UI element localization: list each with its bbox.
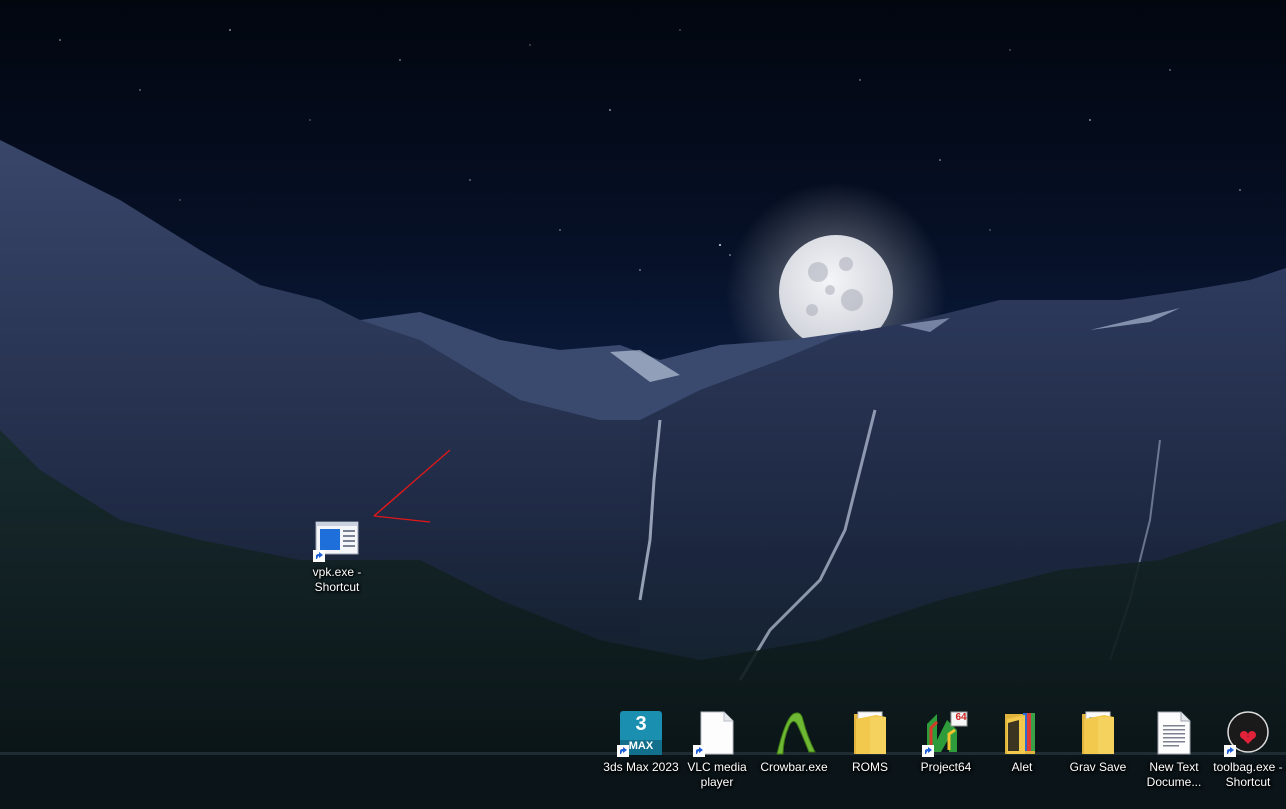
desktop-icon-new-text-document[interactable]: New Text Docume...	[1136, 709, 1212, 790]
max-badge-number: 3	[635, 713, 647, 735]
desktop-icon-vpk-shortcut[interactable]: vpk.exe - Shortcut	[299, 514, 375, 595]
icon-label: Crowbar.exe	[760, 760, 828, 774]
folder-icon	[998, 709, 1046, 757]
desktop[interactable]: vpk.exe - Shortcut 3 MAX 3ds Max 2023 VL…	[0, 0, 1286, 809]
icon-label: toolbag.exe - Shortcut	[1213, 760, 1283, 789]
desktop-icon-project64[interactable]: 64 Project64	[908, 709, 984, 775]
project64-icon: 64	[922, 709, 970, 757]
icon-label: VLC media player	[687, 760, 747, 789]
shortcut-arrow-icon	[922, 745, 934, 757]
icon-label: Project64	[920, 760, 972, 774]
icon-label: Alet	[1011, 760, 1033, 774]
shortcut-arrow-icon	[313, 550, 325, 562]
icon-label: vpk.exe - Shortcut	[312, 565, 362, 594]
toolbag-icon	[1224, 709, 1272, 757]
desktop-icon-toolbag-shortcut[interactable]: toolbag.exe - Shortcut	[1210, 709, 1286, 790]
icon-label: ROMS	[852, 760, 888, 774]
desktop-icon-crowbar[interactable]: Crowbar.exe	[756, 709, 832, 775]
blank-document-icon	[693, 709, 741, 757]
folder-icon	[846, 709, 894, 757]
text-document-icon	[1150, 709, 1198, 757]
folder-icon	[1074, 709, 1122, 757]
shortcut-arrow-icon	[1224, 745, 1236, 757]
project64-badge: 64	[955, 712, 967, 723]
shortcut-arrow-icon	[693, 745, 705, 757]
desktop-icon-roms[interactable]: ROMS	[832, 709, 908, 775]
icon-label: 3ds Max 2023	[603, 760, 679, 774]
icon-label: Grav Save	[1069, 760, 1127, 774]
icon-label: New Text Docume...	[1146, 760, 1202, 789]
desktop-icon-grav-save[interactable]: Grav Save	[1060, 709, 1136, 775]
desktop-icon-alet[interactable]: Alet	[984, 709, 1060, 775]
wallpaper-image	[0, 29, 1286, 809]
desktop-icon-vlc[interactable]: VLC media player	[679, 709, 755, 790]
desktop-icon-3ds-max[interactable]: 3 MAX 3ds Max 2023	[603, 709, 679, 775]
red-arrow-annotation	[373, 449, 451, 523]
crowbar-icon	[770, 709, 818, 757]
3ds-max-icon: 3 MAX	[617, 709, 665, 757]
vpk-window-icon	[313, 514, 361, 562]
shortcut-arrow-icon	[617, 745, 629, 757]
